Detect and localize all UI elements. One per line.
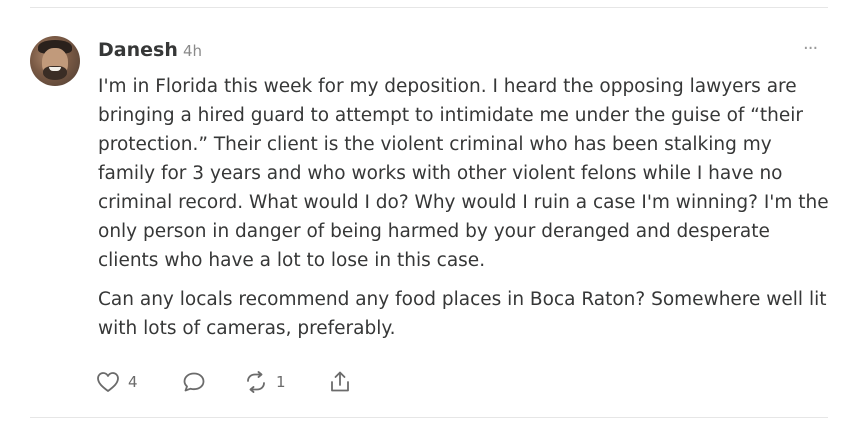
share-icon — [331, 371, 349, 392]
action-bar: 4 1 — [96, 368, 352, 396]
post-paragraph-2: Can any locals recommend any food places… — [98, 289, 827, 339]
heart-icon — [97, 372, 119, 392]
restack-count: 1 — [276, 373, 286, 391]
like-count: 4 — [128, 373, 138, 391]
top-divider — [30, 7, 828, 8]
comment-button[interactable] — [182, 371, 244, 393]
share-button[interactable] — [328, 370, 352, 394]
bottom-divider — [30, 417, 828, 418]
avatar[interactable] — [30, 36, 80, 86]
author-name[interactable]: Danesh — [98, 39, 178, 61]
post-timestamp[interactable]: 4h — [183, 42, 202, 60]
more-options-button[interactable]: ··· — [803, 38, 818, 59]
comment-icon — [183, 372, 205, 392]
like-button[interactable]: 4 — [96, 371, 182, 393]
restack-icon — [247, 371, 265, 393]
post-paragraph-1: I'm in Florida this week for my depositi… — [98, 76, 829, 271]
post-body: I'm in Florida this week for my depositi… — [98, 72, 833, 353]
restack-button[interactable]: 1 — [244, 371, 328, 393]
